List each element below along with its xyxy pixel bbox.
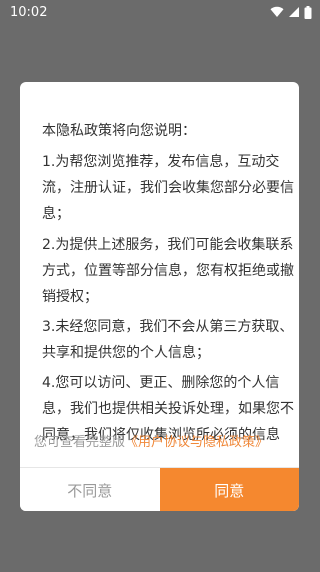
dialog-content: 本隐私政策将向您说明： 1.为帮您浏览推荐，发布信息，互动交 流，注册认证，我们… bbox=[20, 82, 299, 462]
status-icons bbox=[270, 5, 312, 19]
battery-icon bbox=[304, 5, 312, 19]
text-line: 1.为帮您浏览推荐，发布信息，互动交 bbox=[42, 154, 280, 170]
dialog-buttons: 不同意 同意 bbox=[20, 467, 299, 511]
intro-paragraph: 本隐私政策将向您说明： bbox=[42, 118, 298, 144]
text-line: 息，我们也提供相关投诉处理，如果您不 bbox=[42, 401, 294, 417]
text-line: 流，注册认证，我们会收集您部分必要信 bbox=[42, 180, 294, 196]
wifi-icon bbox=[270, 6, 284, 18]
text-line: 共享和提供您的个人信息； bbox=[42, 345, 210, 361]
clause-paragraph-1: 1.为帮您浏览推荐，发布信息，互动交 流，注册认证，我们会收集您部分必要信 息； bbox=[42, 149, 298, 227]
text-line: 销授权； bbox=[42, 289, 98, 305]
status-bar: 10:02 bbox=[0, 0, 320, 24]
text-line: 本隐私政策将向您说明： bbox=[42, 123, 196, 139]
text-line: 4.您可以访问、更正、删除您的个人信 bbox=[42, 375, 280, 391]
privacy-dialog: 本隐私政策将向您说明： 1.为帮您浏览推荐，发布信息，互动交 流，注册认证，我们… bbox=[20, 82, 299, 511]
text-line: 2.为提供上述服务，我们可能会收集联系 bbox=[42, 237, 294, 253]
clause-paragraph-2: 2.为提供上述服务，我们可能会收集联系 方式，位置等部分信息，您有权拒绝或撤 销… bbox=[42, 232, 298, 310]
policy-link-prefix: 您可查看完整版 bbox=[34, 435, 126, 450]
clause-paragraph-3: 3.未经您同意，我们不会从第三方获取、 共享和提供您的个人信息； bbox=[42, 314, 298, 366]
disagree-button[interactable]: 不同意 bbox=[20, 468, 160, 511]
signal-icon bbox=[289, 7, 299, 17]
policy-link-line: 您可查看完整版《用户协议与隐私政策》 bbox=[34, 433, 299, 453]
text-line: 息； bbox=[42, 206, 70, 222]
text-line: 方式，位置等部分信息，您有权拒绝或撤 bbox=[42, 263, 294, 279]
policy-link[interactable]: 《用户协议与隐私政策》 bbox=[125, 435, 268, 450]
text-line: 3.未经您同意，我们不会从第三方获取、 bbox=[42, 319, 294, 335]
agree-button[interactable]: 同意 bbox=[159, 468, 299, 511]
status-time: 10:02 bbox=[10, 4, 48, 20]
